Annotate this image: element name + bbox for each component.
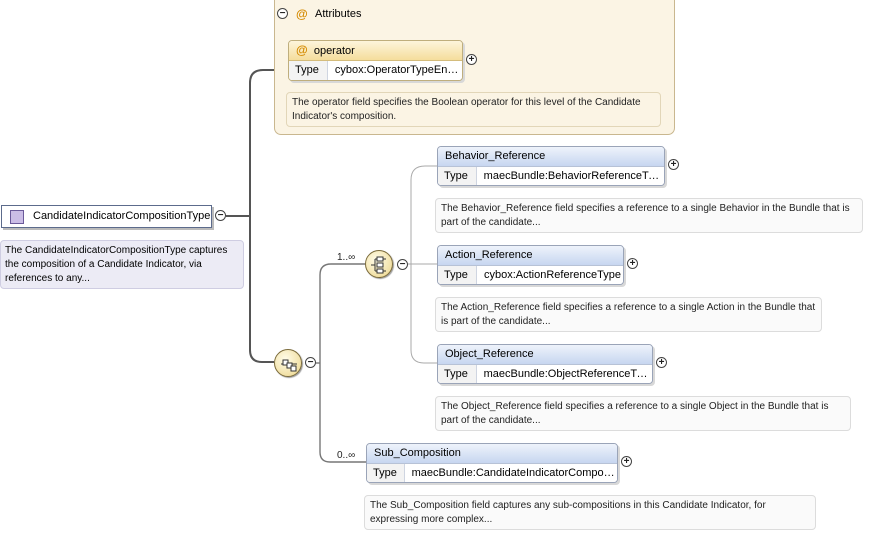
choice-collapse-toggle[interactable]: − bbox=[397, 259, 408, 270]
element-name: Behavior_Reference bbox=[438, 147, 664, 167]
behavior-reference-description: The Behavior_Reference field specifies a… bbox=[435, 198, 863, 233]
root-description: The CandidateIndicatorCompositionType ca… bbox=[0, 240, 244, 289]
attribute-at-icon: @ bbox=[296, 43, 308, 57]
attribute-name: operator bbox=[313, 45, 355, 57]
sequence-compositor-icon[interactable] bbox=[274, 349, 302, 377]
behavior-reference-expand-toggle[interactable]: + bbox=[668, 159, 679, 170]
root-collapse-toggle[interactable]: − bbox=[215, 210, 226, 221]
attributes-title: Attributes bbox=[315, 8, 362, 20]
type-key: Type bbox=[438, 266, 477, 284]
type-key: Type bbox=[438, 365, 477, 383]
attributes-collapse-toggle[interactable]: − bbox=[277, 8, 288, 19]
object-reference-description: The Object_Reference field specifies a r… bbox=[435, 396, 851, 431]
root-type-box[interactable]: CandidateIndicatorCompositionType bbox=[1, 205, 212, 228]
element-type: maecBundle:BehaviorReferenceType bbox=[483, 170, 664, 182]
element-type: cybox:ActionReferenceType bbox=[484, 269, 621, 281]
root-type-name: CandidateIndicatorCompositionType bbox=[33, 210, 211, 222]
type-key: Type bbox=[367, 464, 405, 482]
type-key: Type bbox=[438, 167, 477, 185]
attribute-type: cybox:OperatorTypeEnum bbox=[334, 64, 462, 76]
sequence-collapse-toggle[interactable]: − bbox=[305, 357, 316, 368]
choice-cardinality: 1..∞ bbox=[337, 252, 356, 263]
operator-expand-toggle[interactable]: + bbox=[466, 54, 477, 65]
action-reference-description: The Action_Reference field specifies a r… bbox=[435, 297, 822, 332]
operator-description: The operator field specifies the Boolean… bbox=[286, 92, 661, 127]
element-name: Object_Reference bbox=[438, 345, 652, 365]
attributes-at-icon: @ bbox=[296, 7, 308, 21]
element-type: maecBundle:ObjectReferenceType bbox=[483, 368, 652, 380]
element-name: Action_Reference bbox=[438, 246, 623, 266]
sub-composition-cardinality: 0..∞ bbox=[337, 450, 356, 461]
sub-composition-expand-toggle[interactable]: + bbox=[621, 456, 632, 467]
attribute-operator[interactable]: @ operator Type cybox:OperatorTypeEnum bbox=[288, 40, 463, 81]
complex-type-icon bbox=[10, 210, 24, 224]
sub-composition-description: The Sub_Composition field captures any s… bbox=[364, 495, 816, 530]
choice-compositor-icon[interactable] bbox=[365, 250, 393, 278]
type-key: Type bbox=[289, 61, 328, 80]
element-name: Sub_Composition bbox=[367, 444, 617, 464]
object-reference-expand-toggle[interactable]: + bbox=[656, 357, 667, 368]
element-behavior-reference[interactable]: Behavior_Reference Type maecBundle:Behavi… bbox=[437, 146, 665, 186]
element-sub-composition[interactable]: Sub_Composition Type maecBundle:Candidate… bbox=[366, 443, 618, 483]
element-object-reference[interactable]: Object_Reference Type maecBundle:ObjectRe… bbox=[437, 344, 653, 384]
action-reference-expand-toggle[interactable]: + bbox=[627, 258, 638, 269]
element-type: maecBundle:CandidateIndicatorCompositi..… bbox=[411, 467, 617, 479]
element-action-reference[interactable]: Action_Reference Type cybox:ActionReferen… bbox=[437, 245, 624, 285]
